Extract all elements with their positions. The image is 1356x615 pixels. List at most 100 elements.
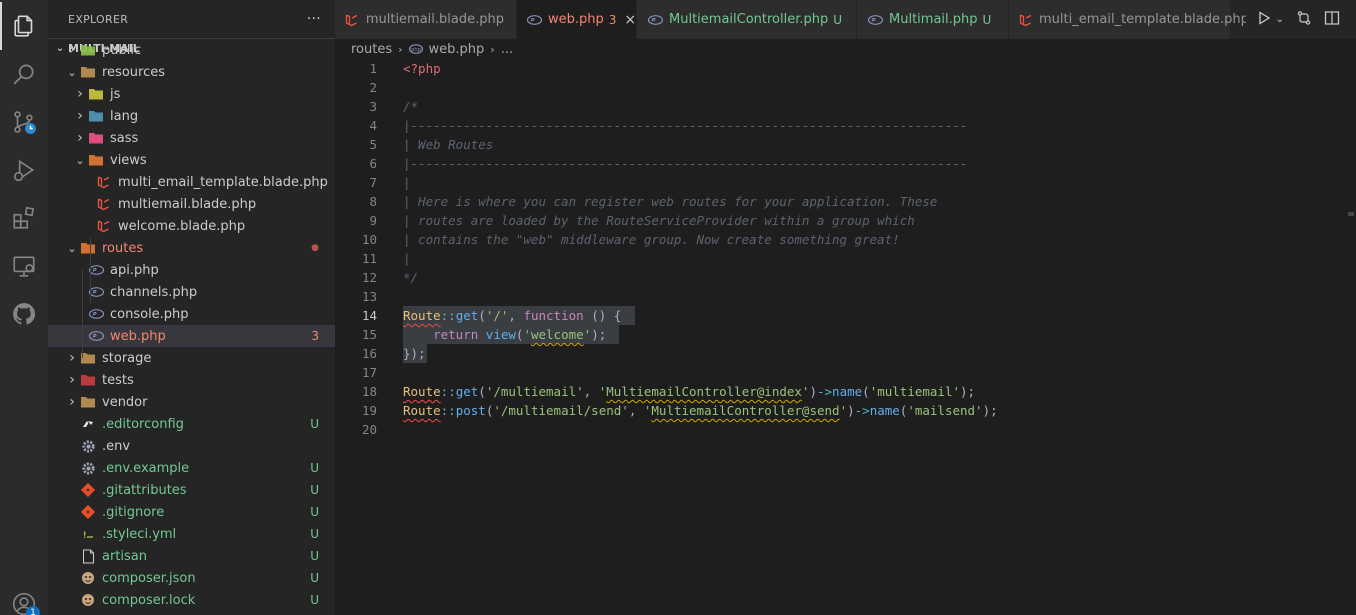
chevron-down-icon[interactable]: ⌄ (1276, 14, 1284, 25)
composer-icon (80, 570, 96, 586)
code-line[interactable]: 17 (335, 363, 1345, 382)
folder-row[interactable]: › public (48, 39, 335, 61)
untracked-badge: U (310, 593, 319, 607)
tab-web-php[interactable]: web.php 3 × (517, 0, 637, 39)
code-text: Route::post('/multiemail/send', 'Multiem… (403, 403, 998, 418)
code-text: |---------------------------------------… (403, 118, 968, 133)
indent-guide (82, 270, 83, 358)
tab-label: web.php (548, 12, 604, 27)
folder-row[interactable]: ⌄ routes ● (48, 237, 335, 259)
tree-item-label: sass (110, 130, 139, 146)
file-row[interactable]: .env.example U (48, 457, 335, 479)
code-line[interactable]: 18 Route::get('/multiemail', 'MultiemailC… (335, 382, 1345, 401)
tree-item-label: .env (102, 438, 131, 454)
folder-views-icon (88, 152, 104, 168)
file-row[interactable]: console.php (48, 303, 335, 325)
code-line[interactable]: 15 return view('welcome'); (335, 325, 1345, 344)
activity-bar: 1 (0, 0, 48, 615)
file-row[interactable]: artisan U (48, 545, 335, 567)
file-row[interactable]: .gitattributes U (48, 479, 335, 501)
file-row[interactable]: .editorconfig U (48, 413, 335, 435)
code-text: return view('welcome'); (433, 327, 607, 342)
code-line[interactable]: 11 | (335, 249, 1345, 268)
tab-multimail-php[interactable]: Multimail.php U (857, 0, 1009, 39)
code-line[interactable]: 10 | contains the "web" middleware group.… (335, 230, 1345, 249)
code-line[interactable]: 20 (335, 420, 1345, 439)
code-line[interactable]: 3 /* (335, 97, 1345, 116)
folder-row[interactable]: › vendor (48, 391, 335, 413)
line-number: 3 (369, 99, 377, 114)
code-line[interactable]: 6 |--------------------------------------… (335, 154, 1345, 173)
more-actions-icon[interactable]: ··· (307, 11, 321, 27)
run-icon[interactable] (1256, 10, 1272, 30)
remote-explorer-icon[interactable] (0, 242, 48, 290)
explorer-icon[interactable] (0, 2, 48, 50)
code-line[interactable]: 13 (335, 287, 1345, 306)
code-line[interactable]: 7 | (335, 173, 1345, 192)
line-number: 15 (361, 327, 377, 342)
breadcrumb-more[interactable]: ... (501, 42, 513, 57)
code-line[interactable]: 2 (335, 78, 1345, 97)
close-icon[interactable]: × (624, 12, 636, 28)
code-line[interactable]: 16}); (335, 344, 1345, 363)
code-line[interactable]: 8 | Here is where you can register web ro… (335, 192, 1345, 211)
folder-row[interactable]: ⌄ views (48, 149, 335, 171)
breadcrumb-folder[interactable]: routes (351, 42, 392, 57)
folder-row[interactable]: ⌄ resources (48, 61, 335, 83)
code-text: */ (403, 270, 419, 285)
file-row[interactable]: multi_email_template.blade.php (48, 171, 335, 193)
chevron-right-icon: › (398, 42, 403, 56)
tab-label: multiemail.blade.php (365, 12, 504, 27)
file-row[interactable]: .gitignore U (48, 501, 335, 523)
php-file-icon: php (408, 44, 423, 54)
file-row[interactable]: multiemail.blade.php (48, 193, 335, 215)
folder-row[interactable]: › lang (48, 105, 335, 127)
file-row[interactable]: composer.lock U (48, 589, 335, 611)
folder-row[interactable]: › tests (48, 369, 335, 391)
line-number: 20 (361, 422, 377, 437)
line-number: 1 (369, 61, 377, 76)
code-line[interactable]: 5 | Web Routes (335, 135, 1345, 154)
compare-changes-icon[interactable] (1296, 10, 1312, 30)
file-row[interactable]: welcome.blade.php (48, 215, 335, 237)
code-line[interactable]: 14 Route::get('/', function () { (335, 306, 1345, 325)
folder-row[interactable]: › storage (48, 347, 335, 369)
code-line[interactable]: 1 <?php (335, 59, 1345, 78)
code-editor[interactable]: 1 <?php 2 3 /* 4 |----------------------------… (335, 59, 1356, 615)
run-debug-icon[interactable] (0, 146, 48, 194)
tree-item-label: composer.lock (102, 592, 196, 608)
chevron-right-icon: › (69, 394, 75, 410)
file-row[interactable]: .env (48, 435, 335, 457)
source-control-icon[interactable] (0, 98, 48, 146)
file-row[interactable]: web.php 3 (48, 325, 335, 347)
file-row[interactable]: api.php (48, 259, 335, 281)
breadcrumb-file[interactable]: web.php (429, 42, 485, 57)
extensions-icon[interactable] (0, 194, 48, 242)
settings-gear-icon (80, 460, 96, 476)
file-row[interactable]: ! .styleci.yml U (48, 523, 335, 545)
code-line[interactable]: 12 */ (335, 268, 1345, 287)
split-editor-icon[interactable] (1324, 10, 1340, 30)
folder-js-icon (88, 86, 104, 102)
search-icon[interactable] (0, 50, 48, 98)
file-row[interactable]: composer.json U (48, 567, 335, 589)
github-icon[interactable] (0, 290, 48, 338)
editor-actions: ⌄ (1245, 0, 1356, 39)
code-text: | routes are loaded by the RouteServiceP… (403, 213, 915, 228)
file-row[interactable]: channels.php (48, 281, 335, 303)
chevron-down-icon: ⌄ (67, 241, 77, 255)
code-line[interactable]: 9 | routes are loaded by the RouteService… (335, 211, 1345, 230)
tab-multiemailcontroller-php[interactable]: MultiemailController.php U (637, 0, 857, 39)
code-line[interactable]: 19 Route::post('/multiemail/send', 'Multi… (335, 401, 1345, 420)
tree-item-label: composer.json (102, 570, 196, 586)
untracked-badge: U (310, 417, 319, 431)
folder-row[interactable]: › sass (48, 127, 335, 149)
folder-row[interactable]: › js (48, 83, 335, 105)
tree-item-label: .editorconfig (102, 416, 184, 432)
account-icon[interactable]: 1 (0, 580, 48, 615)
line-number: 17 (361, 365, 377, 380)
tab-multiemail-blade-php[interactable]: multiemail.blade.php (335, 0, 517, 39)
code-line[interactable]: 4 |--------------------------------------… (335, 116, 1345, 135)
tree-item-label: web.php (110, 328, 166, 344)
tab-multi-email-template-blade-php[interactable]: multi_email_template.blade.php (1009, 0, 1249, 39)
